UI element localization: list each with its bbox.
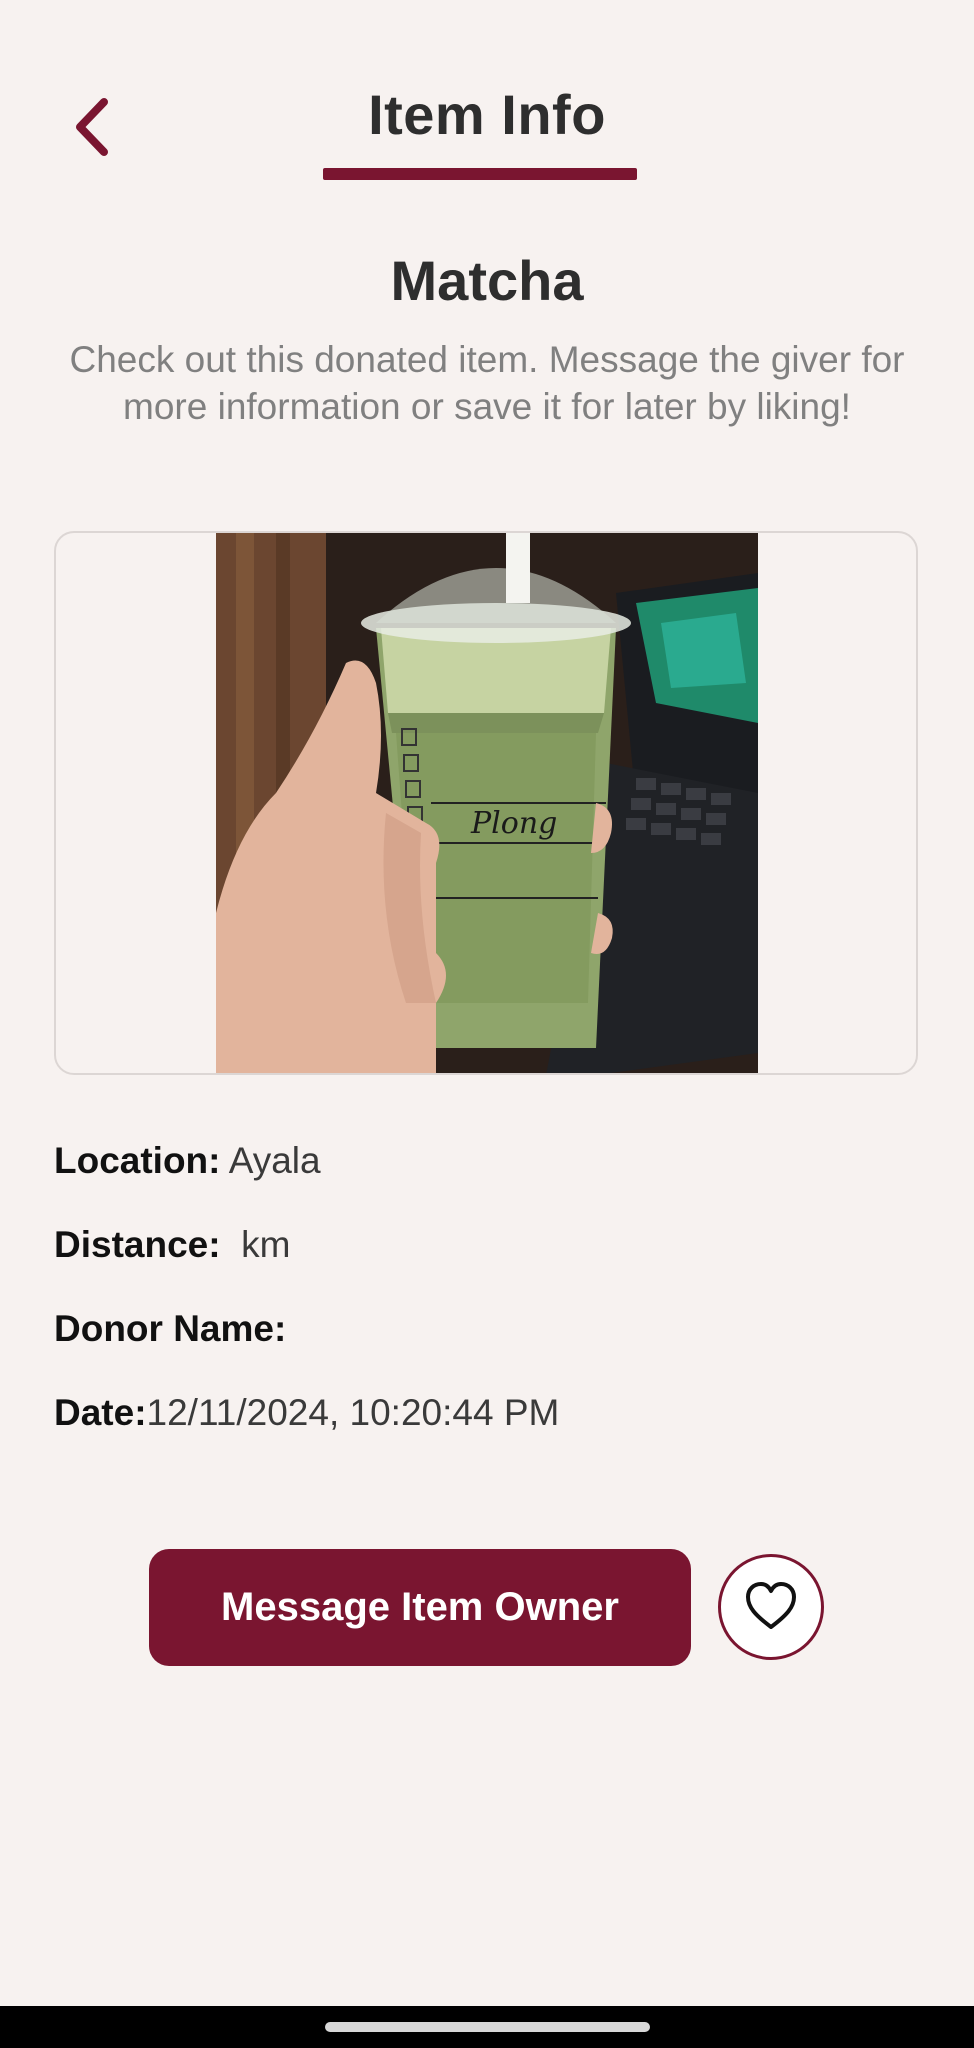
heart-icon	[746, 1582, 796, 1629]
date-value: 12/11/2024, 10:20:44 PM	[146, 1392, 560, 1433]
item-name: Matcha	[390, 249, 584, 312]
cup-handwriting: Plong	[470, 806, 557, 841]
distance-value: km	[220, 1224, 291, 1265]
distance-row: Distance: km	[54, 1214, 920, 1298]
location-value: Ayala	[220, 1140, 321, 1181]
message-item-owner-button[interactable]: Message Item Owner	[149, 1549, 691, 1666]
system-nav-bar	[0, 2006, 974, 2048]
item-photo: Plong	[216, 533, 758, 1073]
location-row: Location: Ayala	[54, 1130, 920, 1214]
page-title: Item Info	[368, 83, 606, 146]
like-button[interactable]	[718, 1554, 824, 1660]
title-underline	[323, 168, 637, 180]
item-description: Check out this donated item. Message the…	[69, 339, 905, 427]
date-row: Date:12/11/2024, 10:20:44 PM	[54, 1382, 920, 1466]
donor-label: Donor Name:	[54, 1308, 287, 1349]
matcha-drink-image: Plong	[216, 533, 758, 1073]
item-photo-card: Plong	[54, 531, 918, 1075]
donor-row: Donor Name:	[54, 1298, 920, 1382]
date-label: Date:	[54, 1392, 147, 1433]
distance-label: Distance:	[54, 1224, 221, 1265]
header: Item Info	[0, 0, 974, 190]
item-details: Location: Ayala Distance: km Donor Name:…	[54, 1130, 920, 1466]
location-label: Location:	[54, 1140, 221, 1181]
home-indicator[interactable]	[325, 2022, 650, 2032]
